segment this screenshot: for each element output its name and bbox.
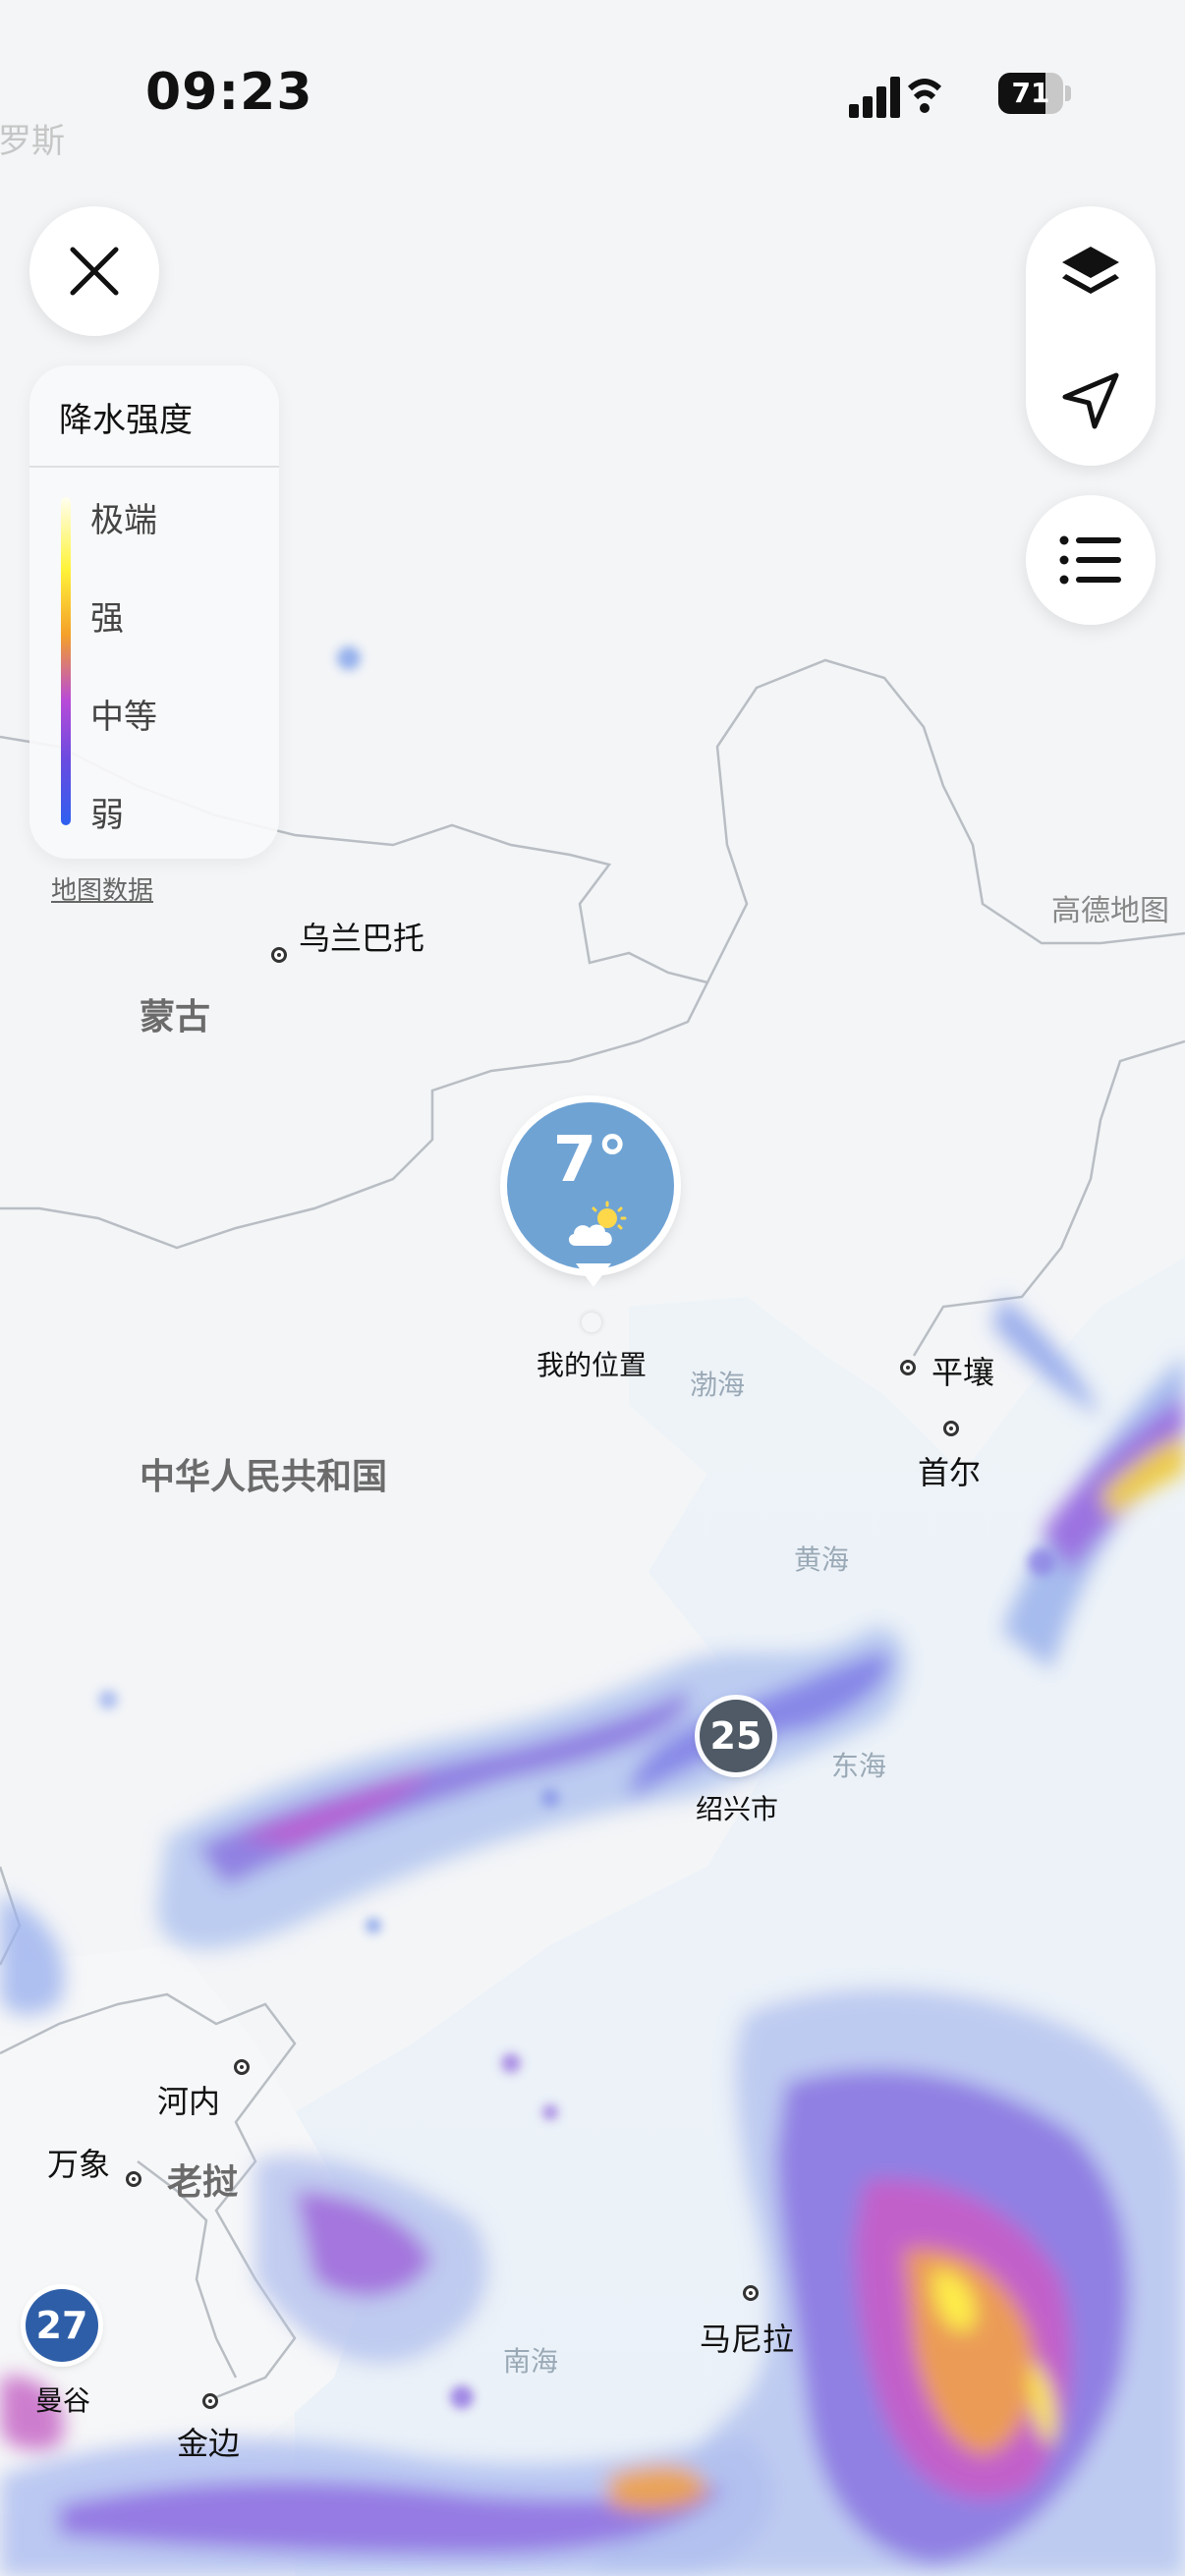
legend-level-heavy: 强 bbox=[90, 599, 124, 639]
city-label-hanoi[interactable]: 河内 bbox=[157, 2077, 220, 2122]
sea-label-south: 南海 bbox=[503, 2345, 559, 2378]
layers-button[interactable] bbox=[1026, 206, 1156, 336]
city-label-manila[interactable]: 马尼拉 bbox=[700, 2315, 794, 2360]
sea-label-east: 东海 bbox=[831, 1750, 887, 1782]
city-label-bangkok[interactable]: 曼谷 bbox=[35, 2380, 90, 2419]
battery-level: 71 bbox=[1011, 77, 1050, 109]
location-arrow-icon bbox=[1062, 372, 1119, 429]
country-label-laos: 老挝 bbox=[167, 2162, 239, 2203]
city-marker bbox=[271, 947, 287, 963]
country-label-china: 中华人民共和国 bbox=[140, 1457, 388, 1497]
close-icon bbox=[70, 247, 119, 296]
my-location-label: 我的位置 bbox=[536, 1349, 648, 1381]
layers-icon bbox=[1062, 247, 1119, 294]
city-label-shaoxing[interactable]: 绍兴市 bbox=[696, 1788, 778, 1827]
country-label-mongolia: 蒙古 bbox=[140, 997, 211, 1037]
close-button[interactable] bbox=[29, 206, 159, 336]
legend-level-light: 弱 bbox=[90, 796, 124, 835]
status-time: 09:23 bbox=[145, 63, 313, 122]
city-marker bbox=[234, 2059, 250, 2075]
city-marker bbox=[743, 2285, 759, 2301]
legend-title: 降水强度 bbox=[59, 401, 193, 440]
city-label-phnompenh[interactable]: 金边 bbox=[177, 2419, 240, 2464]
my-location-dot bbox=[582, 1313, 601, 1332]
city-label-seoul[interactable]: 首尔 bbox=[918, 1448, 981, 1493]
city-label-vientiane[interactable]: 万象 bbox=[47, 2140, 110, 2185]
list-icon bbox=[1059, 535, 1121, 585]
city-label-ulaanbaatar[interactable]: 乌兰巴托 bbox=[299, 914, 424, 959]
my-location-pin-pointer bbox=[576, 1263, 611, 1287]
legend-color-scale bbox=[61, 497, 71, 825]
legend-divider bbox=[29, 466, 279, 468]
status-bar: 09:23 71 bbox=[0, 0, 1185, 187]
sea-label-yellow: 黄海 bbox=[794, 1543, 850, 1576]
temperature-badge-bangkok[interactable]: 27 bbox=[26, 2289, 98, 2362]
map-data-link[interactable]: 地图数据 bbox=[51, 870, 153, 907]
my-location-pin[interactable]: 7° bbox=[507, 1102, 674, 1269]
partly-cloudy-icon bbox=[568, 1201, 627, 1246]
city-marker bbox=[202, 2393, 218, 2409]
map-controls bbox=[1026, 206, 1156, 466]
my-location-button[interactable] bbox=[1026, 336, 1156, 466]
precipitation-legend: 降水强度 极端 强 中等 弱 bbox=[29, 365, 279, 859]
map-provider-label: 高德地图 bbox=[1051, 894, 1169, 928]
city-marker bbox=[900, 1360, 916, 1375]
my-location-temperature: 7° bbox=[552, 1124, 629, 1197]
legend-level-extreme: 极端 bbox=[90, 501, 157, 540]
city-marker bbox=[126, 2171, 141, 2187]
country-label-russia: 俄罗斯 bbox=[0, 122, 65, 161]
temperature-badge-shaoxing[interactable]: 25 bbox=[700, 1700, 772, 1772]
city-label-pyongyang[interactable]: 平壤 bbox=[931, 1348, 994, 1393]
battery-icon: 71 bbox=[998, 73, 1075, 114]
location-list-button[interactable] bbox=[1026, 495, 1156, 625]
sea-label-bohai: 渤海 bbox=[690, 1369, 746, 1401]
legend-level-moderate: 中等 bbox=[90, 698, 157, 737]
signal-wifi-icon bbox=[849, 77, 942, 118]
city-marker bbox=[943, 1421, 959, 1436]
